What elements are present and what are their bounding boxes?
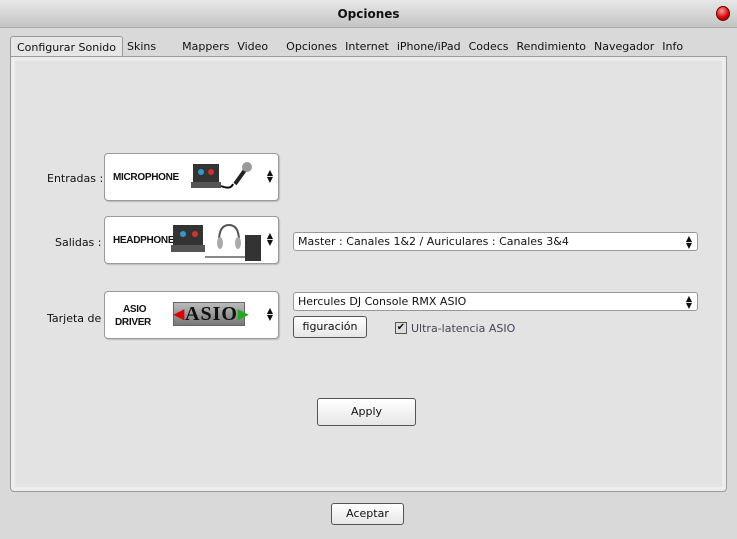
close-icon[interactable] [716, 6, 730, 21]
chevron-updown-icon: ▲ ▼ [266, 168, 273, 184]
laptop-microphone-icon [191, 162, 252, 189]
chevron-updown-icon: ▲ ▼ [266, 306, 273, 322]
inputs-label: Entradas : [47, 172, 104, 185]
window-title: Opciones [337, 7, 400, 21]
outputs-select[interactable]: HEADPHONES ▲ ▼ [104, 216, 279, 264]
tab-codecs[interactable]: Codecs [465, 36, 513, 57]
card-value-line2: DRIVER [115, 317, 151, 328]
output-channels-value: Master : Canales 1&2 / Auriculares : Can… [298, 235, 569, 248]
card-select[interactable]: ASIO DRIVER ◂ASIO▸ ▲ ▼ [104, 291, 279, 339]
card-label: Tarjeta de [47, 312, 102, 325]
card-device-select[interactable]: Hercules DJ Console RMX ASIO ▲ ▼ [293, 292, 698, 311]
asio-config-button[interactable]: figuración AS [293, 316, 367, 338]
tab-opciones[interactable]: Opciones [282, 36, 341, 57]
tab-video[interactable]: Video [233, 36, 272, 57]
outputs-label: Salidas : [55, 236, 102, 249]
ultra-latency-label: Ultra-latencia ASIO [411, 322, 516, 335]
accept-button[interactable]: Aceptar [331, 503, 404, 525]
ultra-latency-checkbox[interactable]: ✔ [395, 322, 407, 334]
tab-configurar-sonido[interactable]: Configurar Sonido [10, 36, 123, 57]
apply-button[interactable]: Apply [317, 398, 416, 426]
tab-mappers[interactable]: Mappers [178, 36, 233, 57]
sound-settings-panel [10, 56, 727, 492]
tab-navegador[interactable]: Navegador [590, 36, 658, 57]
tab-iphone-ipad[interactable]: iPhone/iPad [393, 36, 465, 57]
chevron-updown-icon: ▲ ▼ [266, 231, 273, 247]
inputs-select[interactable]: MICROPHONE ▲ ▼ [104, 153, 279, 201]
chevron-updown-icon: ▲ ▼ [685, 294, 692, 310]
tab-internet[interactable]: Internet [341, 36, 393, 57]
tab-bar: Configurar Sonido Skins Mappers Video Op… [10, 36, 687, 57]
chevron-updown-icon: ▲ ▼ [685, 234, 692, 250]
tab-info[interactable]: Info [658, 36, 687, 57]
laptop-headphones-speaker-icon [171, 223, 261, 261]
card-value-line1: ASIO [123, 304, 147, 315]
asio-logo: ◂ASIO▸ [173, 302, 249, 326]
output-channels-select[interactable]: Master : Canales 1&2 / Auriculares : Can… [293, 232, 698, 251]
inputs-value: MICROPHONE [113, 172, 179, 183]
card-device-value: Hercules DJ Console RMX ASIO [298, 295, 467, 308]
tab-rendimiento[interactable]: Rendimiento [513, 36, 590, 57]
title-bar: Opciones [0, 0, 737, 28]
tab-skins[interactable]: Skins [123, 36, 160, 57]
